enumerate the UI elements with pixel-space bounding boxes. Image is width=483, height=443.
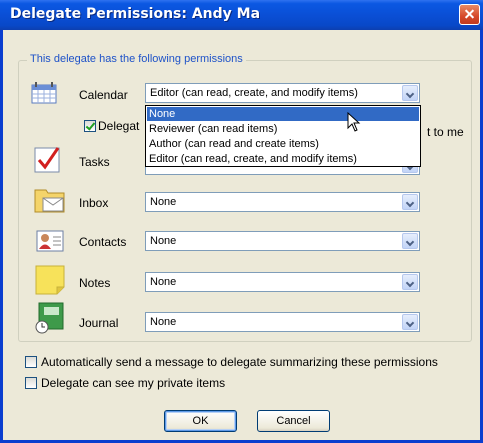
calendar-label: Calendar — [79, 88, 128, 102]
close-icon[interactable] — [459, 4, 480, 25]
dropdown-option-reviewer[interactable]: Reviewer (can read items) — [147, 122, 419, 136]
title-bar[interactable]: Delegate Permissions: Andy Ma — [0, 0, 483, 30]
dropdown-option-editor[interactable]: Editor (can read, create, and modify ite… — [147, 152, 419, 166]
chevron-down-icon[interactable] — [402, 274, 418, 290]
inbox-label: Inbox — [79, 196, 109, 210]
calendar-permission-select[interactable]: Editor (can read, create, and modify ite… — [145, 83, 420, 103]
inbox-icon — [34, 189, 65, 213]
auto-send-summary-checkbox[interactable] — [25, 356, 37, 368]
chevron-down-icon[interactable] — [402, 194, 418, 210]
chevron-down-icon[interactable] — [402, 233, 418, 249]
contacts-label: Contacts — [79, 235, 127, 249]
dropdown-option-author[interactable]: Author (can read and create items) — [147, 137, 419, 151]
ok-button[interactable]: OK — [164, 410, 237, 432]
meeting-requests-checkbox[interactable] — [84, 120, 96, 132]
dialog-title: Delegate Permissions: Andy Ma — [10, 6, 261, 22]
calendar-permission-value: Editor (can read, create, and modify ite… — [150, 87, 358, 99]
cancel-button[interactable]: Cancel — [257, 410, 330, 432]
journal-icon — [35, 302, 64, 334]
chevron-down-icon[interactable] — [402, 85, 418, 101]
journal-permission-select[interactable]: None — [145, 312, 420, 332]
notes-permission-select[interactable]: None — [145, 272, 420, 292]
mouse-cursor-icon — [347, 112, 361, 132]
inbox-permission-select[interactable]: None — [145, 192, 420, 212]
journal-permission-value: None — [150, 316, 177, 328]
contacts-permission-value: None — [150, 235, 177, 247]
calendar-icon — [31, 82, 57, 104]
contacts-permission-select[interactable]: None — [145, 231, 420, 251]
meeting-checkbox-label-left: Delegat — [98, 119, 140, 133]
auto-send-summary-label: Automatically send a message to delegate… — [41, 355, 438, 369]
tasks-label: Tasks — [79, 155, 110, 169]
private-items-checkbox[interactable] — [25, 377, 37, 389]
notes-label: Notes — [79, 276, 111, 290]
tasks-icon — [34, 147, 60, 173]
private-items-label: Delegate can see my private items — [41, 376, 226, 390]
meeting-checkbox-label-right: t to me — [427, 125, 464, 139]
chevron-down-icon[interactable] — [402, 314, 418, 330]
journal-label: Journal — [79, 316, 119, 330]
contacts-icon — [36, 230, 64, 252]
calendar-permission-dropdown-list[interactable]: None Reviewer (can read items) Author (c… — [145, 105, 421, 167]
group-label: This delegate has the following permissi… — [27, 53, 246, 65]
notes-permission-value: None — [150, 276, 177, 288]
dropdown-option-none[interactable]: None — [147, 107, 419, 121]
inbox-permission-value: None — [150, 196, 177, 208]
notes-icon — [35, 265, 65, 295]
